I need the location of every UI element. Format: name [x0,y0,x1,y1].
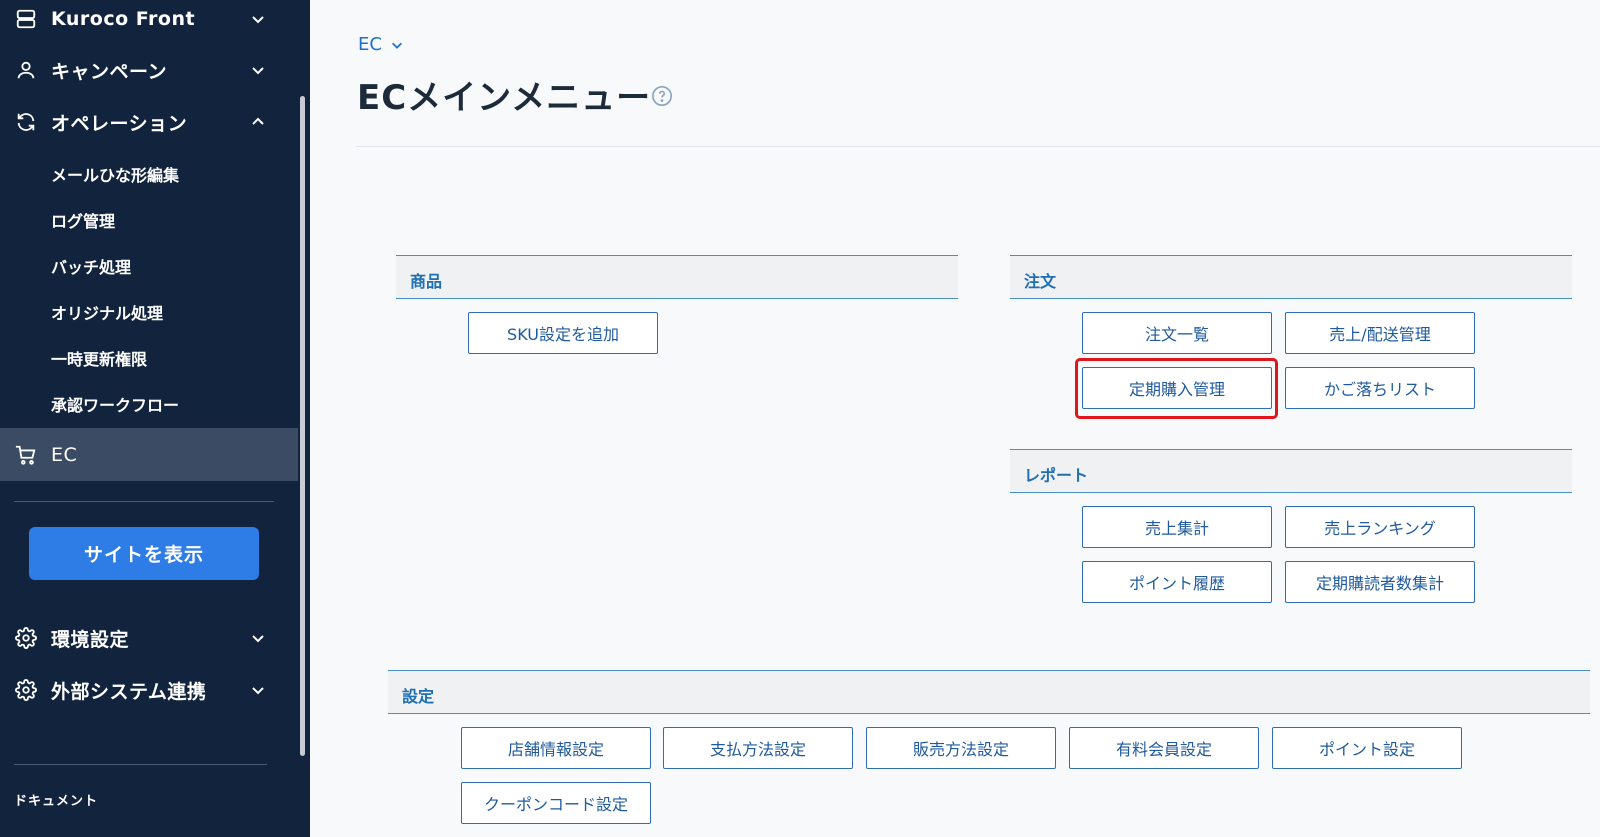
sidebar-subitem-mail-template[interactable]: メールひな形編集 [51,162,179,186]
section-title: 注文 [1024,272,1057,291]
sidebar-subitem-log[interactable]: ログ管理 [51,208,115,232]
cart-icon [14,443,38,467]
payment-method-settings-button[interactable]: 支払方法設定 [663,727,853,769]
help-icon[interactable] [651,85,673,107]
sidebar-divider [14,764,267,765]
sidebar-item-label: 外部システム連携 [51,680,207,703]
chevron-down-icon [252,635,264,643]
sidebar-item-label: オペレーション [51,112,188,135]
sidebar-item-label: 環境設定 [51,628,130,651]
sidebar-subitem-temp-permission[interactable]: 一時更新権限 [51,346,147,370]
coupon-code-settings-button[interactable]: クーポンコード設定 [461,782,651,824]
section-title: レポート [1024,466,1089,485]
user-icon [14,58,38,82]
sidebar-item-campaign[interactable]: キャンペーン [0,47,300,93]
sales-summary-button[interactable]: 売上集計 [1082,506,1272,548]
section-header-order: 注文 [1010,255,1572,299]
breadcrumb[interactable]: EC [358,34,404,55]
sidebar-item-environment[interactable]: 環境設定 [0,615,300,661]
sidebar: Kuroco Front キャンペーン オペレーション メールひな形編集 ログ管… [0,0,310,837]
chevron-down-icon [252,687,264,695]
add-sku-button[interactable]: SKU設定を追加 [468,312,658,354]
point-history-button[interactable]: ポイント履歴 [1082,561,1272,603]
server-icon [14,7,38,31]
section-title: 設定 [402,687,435,706]
main-content: EC ECメインメニュー 商品 SKU設定を追加 注文 注文一覧 売上/配送管理… [310,0,1600,837]
refresh-icon [14,110,38,134]
chevron-down-icon [391,42,402,49]
breadcrumb-label: EC [358,34,382,55]
section-header-report: レポート [1010,449,1572,493]
sidebar-item-external-system[interactable]: 外部システム連携 [0,667,300,713]
view-site-button[interactable]: サイトを表示 [29,527,259,580]
gear-icon [14,626,38,650]
point-settings-button[interactable]: ポイント設定 [1272,727,1462,769]
sidebar-item-ec[interactable]: EC [0,428,298,481]
section-header-product: 商品 [396,255,958,299]
order-list-button[interactable]: 注文一覧 [1082,312,1272,354]
sales-shipping-button[interactable]: 売上/配送管理 [1285,312,1475,354]
sidebar-subitem-original[interactable]: オリジナル処理 [51,300,163,324]
sidebar-subitem-batch[interactable]: バッチ処理 [51,254,131,278]
gear-icon [14,678,38,702]
section-header-settings: 設定 [388,670,1590,714]
sidebar-scrollbar[interactable] [300,96,305,756]
sidebar-divider [14,501,274,502]
chevron-up-icon [252,117,264,125]
sidebar-item-kuroco-front[interactable]: Kuroco Front [0,0,300,42]
sidebar-item-label: Kuroco Front [51,8,196,30]
section-title: 商品 [410,272,443,291]
sales-method-settings-button[interactable]: 販売方法設定 [866,727,1056,769]
highlight-box [1075,358,1278,419]
sidebar-item-label: キャンペーン [51,60,168,83]
sidebar-item-operation[interactable]: オペレーション [0,99,300,145]
paid-member-settings-button[interactable]: 有料会員設定 [1069,727,1259,769]
page-title: ECメインメニュー [357,78,652,118]
sidebar-subitem-approval[interactable]: 承認ワークフロー [51,392,179,416]
chevron-down-icon [252,16,264,24]
sales-ranking-button[interactable]: 売上ランキング [1285,506,1475,548]
sidebar-document-link[interactable]: ドキュメント [14,790,98,809]
store-info-settings-button[interactable]: 店舗情報設定 [461,727,651,769]
chevron-down-icon [252,67,264,75]
abandoned-cart-button[interactable]: かご落ちリスト [1285,367,1475,409]
title-divider [356,146,1600,147]
subscriber-count-button[interactable]: 定期購読者数集計 [1285,561,1475,603]
sidebar-item-label: EC [51,443,78,466]
